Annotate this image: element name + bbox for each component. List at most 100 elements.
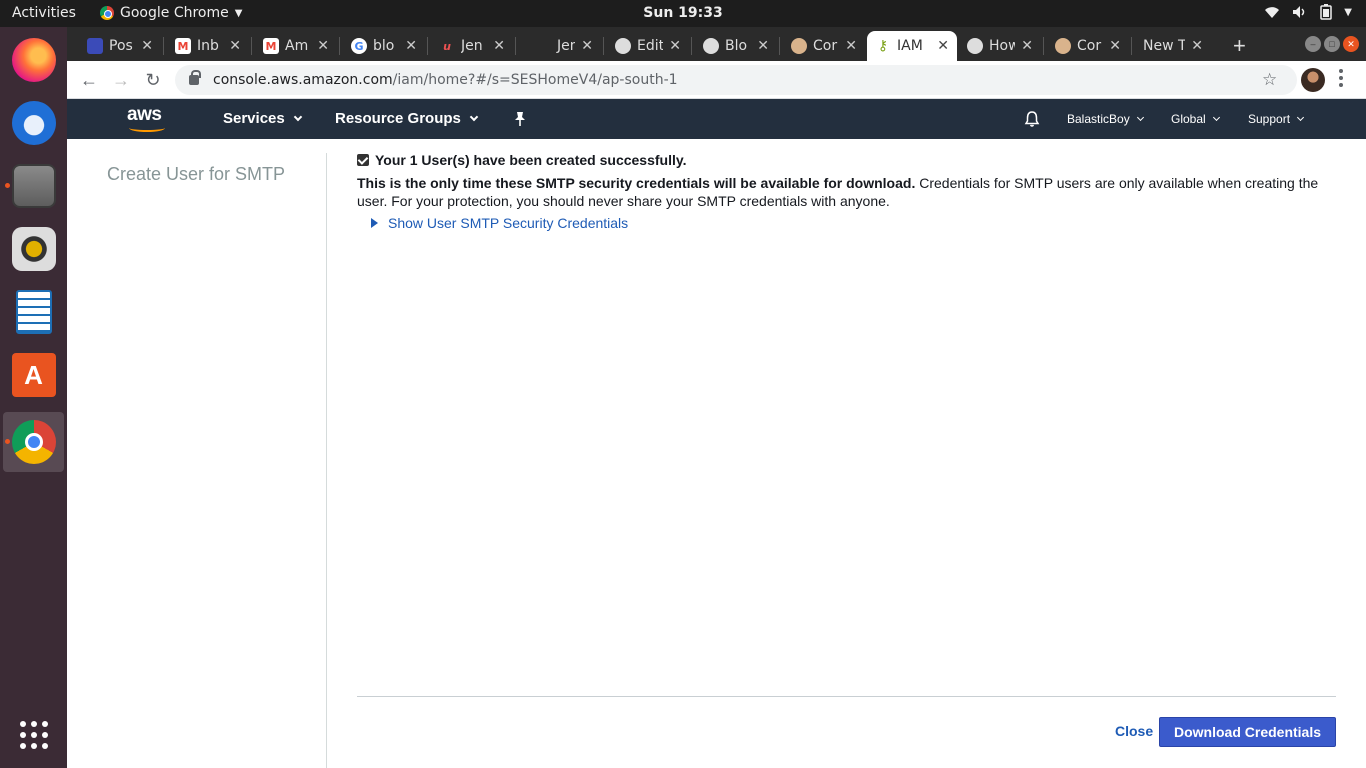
writer-icon [15, 290, 52, 334]
account-menu[interactable]: BalasticBoy [1067, 112, 1144, 126]
dock-item-chrome[interactable] [3, 412, 64, 472]
system-top-bar: Activities Google Chrome ▼ Sun 19:33 ▼ [0, 0, 1366, 27]
show-credentials-expander[interactable]: Show User SMTP Security Credentials [371, 215, 1337, 231]
tab-title: Am [285, 38, 309, 54]
github-icon [703, 38, 719, 54]
dock-item-files[interactable] [3, 156, 64, 216]
bookmark-star-icon[interactable]: ☆ [1262, 70, 1277, 90]
expander-label: Show User SMTP Security Credentials [388, 215, 629, 231]
dock-item-rhythmbox[interactable] [3, 219, 64, 279]
tab-title: Cor [813, 38, 838, 54]
tab[interactable]: G blo ✕ [343, 31, 425, 61]
close-icon[interactable]: ✕ [229, 38, 241, 54]
close-icon[interactable]: ✕ [141, 38, 153, 54]
tab[interactable]: Jen ✕ [519, 31, 601, 61]
tab-active[interactable]: ⚷ IAM ✕ [867, 31, 957, 61]
tab-title: Cor [1077, 38, 1102, 54]
close-icon[interactable]: ✕ [317, 38, 329, 54]
back-button[interactable]: ← [78, 69, 100, 91]
close-icon[interactable]: ✕ [937, 38, 949, 54]
download-credentials-button[interactable]: Download Credentials [1159, 717, 1336, 747]
tab[interactable]: Edit ✕ [607, 31, 689, 61]
tab[interactable]: Cor ✕ [1047, 31, 1129, 61]
tab[interactable]: Cor ✕ [783, 31, 865, 61]
tab[interactable]: u Jen ✕ [431, 31, 513, 61]
chevron-down-icon [1212, 113, 1220, 122]
resource-groups-menu[interactable]: Resource Groups [335, 110, 479, 127]
support-menu[interactable]: Support [1248, 112, 1305, 126]
tab[interactable]: M Inb ✕ [167, 31, 249, 61]
github-icon [967, 38, 983, 54]
close-icon[interactable]: ✕ [1021, 38, 1033, 54]
system-tray[interactable]: ▼ [1264, 4, 1352, 20]
bell-icon[interactable] [1023, 110, 1041, 128]
forward-button[interactable]: → [110, 69, 132, 91]
aws-nav-bar: aws Services Resource Groups BalasticBoy… [67, 99, 1366, 139]
clock[interactable]: Sun 19:33 [643, 5, 722, 21]
main-content: Your 1 User(s) have been created success… [357, 152, 1337, 231]
lock-icon[interactable] [189, 70, 201, 85]
browser-toolbar: ← → ↻ console.aws.amazon.com/iam/home?#/… [67, 61, 1366, 99]
services-menu[interactable]: Services [223, 110, 302, 127]
close-button[interactable]: Close [1115, 723, 1153, 739]
dock-item-thunderbird[interactable] [3, 93, 64, 153]
tab[interactable]: How ✕ [959, 31, 1041, 61]
app-grid-icon [19, 721, 48, 749]
chrome-icon [100, 6, 114, 20]
firefox-icon [11, 38, 56, 82]
tab-title: Jen [557, 38, 576, 54]
jenkins-icon [791, 38, 807, 54]
close-window-button[interactable]: ✕ [1343, 36, 1359, 52]
activities-button[interactable]: Activities [12, 5, 76, 21]
region-menu[interactable]: Global [1171, 112, 1220, 126]
close-icon[interactable]: ✕ [581, 38, 593, 54]
wifi-icon [1265, 7, 1280, 18]
tab-title: blo [373, 38, 395, 54]
volume-icon [1293, 6, 1305, 18]
github-icon [615, 38, 631, 54]
services-label: Services [223, 110, 285, 127]
tab[interactable]: Pos ✕ [79, 31, 161, 61]
dock-item-writer[interactable] [3, 282, 64, 342]
chevron-down-icon [469, 112, 479, 122]
dock-item-app-grid[interactable] [3, 705, 64, 765]
address-bar[interactable]: console.aws.amazon.com/iam/home?#/s=SESH… [175, 65, 1297, 95]
tab-title: Edit [637, 38, 664, 54]
address-path: /iam/home?#/s=SESHomeV4/ap-south-1 [392, 72, 678, 88]
chevron-down-icon: ▼ [234, 7, 243, 19]
menu-kebab-icon[interactable] [1339, 69, 1343, 87]
chevron-down-icon: ▼ [1344, 6, 1352, 18]
thunderbird-icon [11, 101, 56, 145]
aws-smile-icon [129, 124, 165, 132]
close-icon[interactable]: ✕ [405, 38, 417, 54]
minimize-button[interactable]: – [1305, 36, 1321, 52]
tab-title: New Ta [1143, 38, 1185, 54]
app-menu[interactable]: Google Chrome ▼ [100, 5, 242, 21]
maximize-button[interactable]: □ [1324, 36, 1340, 52]
new-tab-button[interactable]: + [1233, 33, 1246, 59]
close-icon[interactable]: ✕ [493, 38, 505, 54]
close-icon[interactable]: ✕ [757, 38, 769, 54]
tab-title: IAM [897, 38, 923, 54]
region-label: Global [1171, 112, 1206, 126]
pin-icon[interactable] [513, 111, 527, 127]
reload-button[interactable]: ↻ [142, 69, 164, 91]
tab[interactable]: New Ta ✕ [1135, 31, 1211, 61]
aws-logo[interactable]: aws [127, 104, 169, 134]
tab[interactable]: Blo ✕ [695, 31, 777, 61]
tab-title: Pos [109, 38, 133, 54]
app-menu-label: Google Chrome [120, 5, 229, 21]
tab-strip: Pos ✕ M Inb ✕ M Am ✕ G blo ✕ u Jen ✕ Jen… [67, 27, 1366, 61]
close-icon[interactable]: ✕ [845, 38, 857, 54]
tab[interactable]: M Am ✕ [255, 31, 337, 61]
battery-icon [1320, 4, 1333, 20]
profile-avatar[interactable] [1301, 68, 1325, 92]
success-text: Your 1 User(s) have been created success… [375, 152, 687, 168]
close-icon[interactable]: ✕ [1191, 38, 1203, 54]
dock-item-firefox[interactable] [3, 30, 64, 90]
dock-item-software-center[interactable]: A [3, 345, 64, 405]
close-icon[interactable]: ✕ [1109, 38, 1121, 54]
close-icon[interactable]: ✕ [669, 38, 681, 54]
chevron-down-icon [293, 112, 302, 122]
running-indicator [5, 439, 10, 444]
